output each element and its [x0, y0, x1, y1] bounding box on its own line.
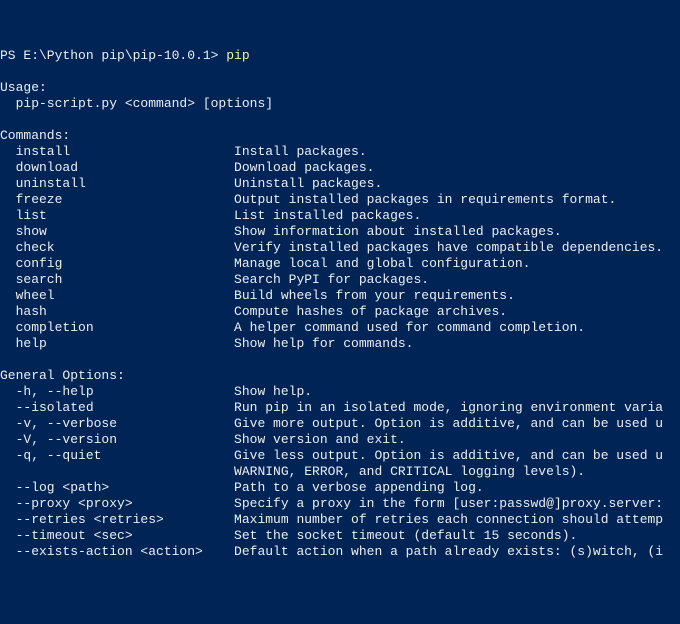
option-row: -q, --quiet Give less output. Option is … [0, 448, 680, 464]
option-row: --exists-action <action> Default action … [0, 544, 680, 560]
prompt-prefix: PS E:\Python pip\pip-10.0.1> [0, 48, 226, 63]
option-row: -V, --version Show version and exit. [0, 432, 680, 448]
option-row: --retries <retries> Maximum number of re… [0, 512, 680, 528]
command-row: help Show help for commands. [0, 336, 680, 352]
command-row: install Install packages. [0, 144, 680, 160]
option-row: --isolated Run pip in an isolated mode, … [0, 400, 680, 416]
typed-command: pip [226, 48, 249, 63]
option-row: -h, --help Show help. [0, 384, 680, 400]
option-row: -v, --verbose Give more output. Option i… [0, 416, 680, 432]
command-row: config Manage local and global configura… [0, 256, 680, 272]
command-row: freeze Output installed packages in requ… [0, 192, 680, 208]
command-row: search Search PyPI for packages. [0, 272, 680, 288]
options-heading: General Options: [0, 368, 680, 384]
usage-line: pip-script.py <command> [options] [0, 96, 680, 112]
command-row: hash Compute hashes of package archives. [0, 304, 680, 320]
command-row: wheel Build wheels from your requirement… [0, 288, 680, 304]
prompt-line: PS E:\Python pip\pip-10.0.1> pip [0, 48, 680, 64]
command-row: download Download packages. [0, 160, 680, 176]
option-row: WARNING, ERROR, and CRITICAL logging lev… [0, 464, 680, 480]
command-row: check Verify installed packages have com… [0, 240, 680, 256]
option-row: --log <path> Path to a verbose appending… [0, 480, 680, 496]
usage-heading: Usage: [0, 80, 680, 96]
terminal-output: PS E:\Python pip\pip-10.0.1> pip Usage: p… [0, 48, 680, 560]
option-row: --timeout <sec> Set the socket timeout (… [0, 528, 680, 544]
commands-heading: Commands: [0, 128, 680, 144]
command-row: uninstall Uninstall packages. [0, 176, 680, 192]
command-row: completion A helper command used for com… [0, 320, 680, 336]
command-row: show Show information about installed pa… [0, 224, 680, 240]
command-row: list List installed packages. [0, 208, 680, 224]
option-row: --proxy <proxy> Specify a proxy in the f… [0, 496, 680, 512]
